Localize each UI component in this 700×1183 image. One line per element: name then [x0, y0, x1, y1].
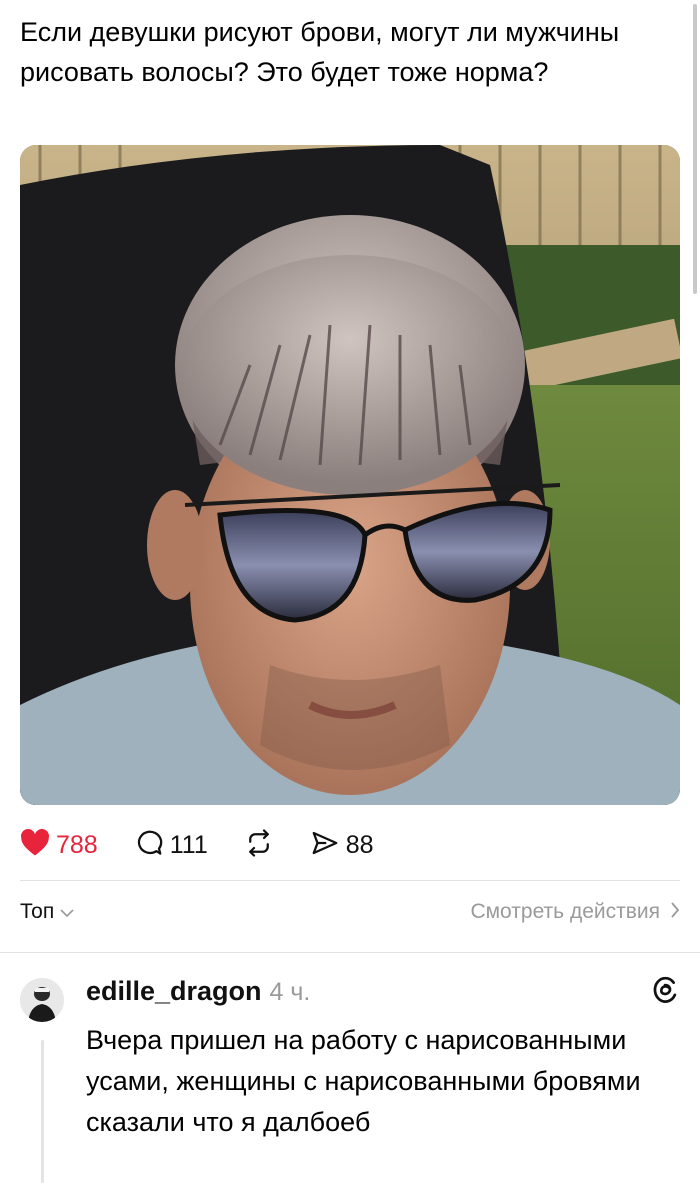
post-photo[interactable]	[20, 145, 680, 805]
chevron-down-icon	[60, 900, 74, 924]
repost-icon	[244, 828, 274, 863]
view-activity-link[interactable]: Смотреть действия	[470, 900, 680, 924]
comment-text: Вчера пришел на работу с нарисованными у…	[86, 1025, 641, 1137]
photo-illustration	[20, 145, 680, 805]
share-count: 88	[345, 830, 374, 859]
send-icon	[310, 828, 340, 863]
like-button[interactable]: 788	[20, 828, 98, 862]
sort-dropdown[interactable]: Топ	[20, 900, 74, 924]
like-count: 788	[56, 830, 98, 859]
comment-count: 111	[169, 830, 208, 859]
comment-header: edille_dragon 4 ч.	[86, 976, 310, 1007]
repost-button[interactable]	[244, 828, 274, 863]
comment-time: 4 ч.	[269, 978, 311, 1006]
comment-username[interactable]: edille_dragon	[86, 976, 262, 1007]
view-activity-label: Смотреть действия	[470, 900, 660, 923]
action-bar: 788 111 88	[20, 825, 410, 865]
scrollbar[interactable]	[693, 4, 697, 294]
heart-icon	[20, 828, 50, 862]
share-button[interactable]: 88	[310, 828, 374, 863]
comment-button[interactable]: 111	[134, 828, 208, 863]
avatar[interactable]	[20, 978, 64, 1022]
speech-bubble-icon	[134, 828, 164, 863]
threads-logo-icon[interactable]	[650, 974, 680, 1011]
thread-line	[41, 1040, 44, 1183]
post-text: Если девушки рисуют брови, могут ли мужч…	[20, 17, 620, 87]
sort-label: Топ	[20, 900, 55, 923]
divider	[0, 952, 700, 953]
chevron-right-icon	[670, 900, 680, 924]
divider	[20, 880, 680, 881]
